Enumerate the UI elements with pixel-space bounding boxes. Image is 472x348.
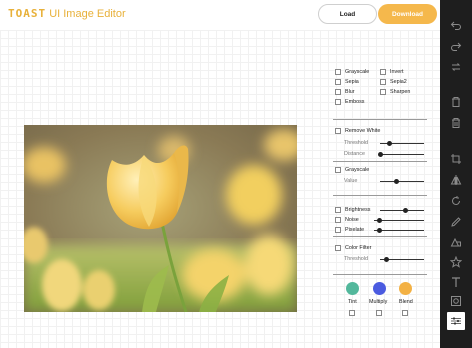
redo-icon[interactable] xyxy=(447,37,465,55)
sharpen-checkbox[interactable] xyxy=(380,89,386,95)
icon-icon[interactable] xyxy=(447,253,465,271)
pixelate-checkbox[interactable] xyxy=(335,227,341,233)
shape-icon[interactable] xyxy=(447,233,465,251)
threshold-slider-handle[interactable] xyxy=(387,141,392,146)
remove-white-checkbox[interactable] xyxy=(335,128,341,134)
distance-label: Distance xyxy=(344,151,365,157)
delete-icon[interactable] xyxy=(447,93,465,111)
tint-label: Tint xyxy=(348,299,357,305)
blur-label: Blur xyxy=(345,89,355,95)
blend-checkbox[interactable] xyxy=(402,310,408,316)
color-filter-checkbox[interactable] xyxy=(335,245,341,251)
undo-icon[interactable] xyxy=(447,16,465,34)
brightness-slider-handle[interactable] xyxy=(403,208,408,213)
invert-label: Invert xyxy=(390,69,404,75)
divider xyxy=(333,274,427,275)
blend-label: Blend xyxy=(399,299,413,305)
emboss-checkbox[interactable] xyxy=(335,99,341,105)
emboss-label: Emboss xyxy=(345,99,365,105)
brightness-label: Brightness xyxy=(345,207,371,213)
pixelate-slider-handle[interactable] xyxy=(377,228,382,233)
value-slider-handle[interactable] xyxy=(394,179,399,184)
distance-slider-track[interactable] xyxy=(380,154,424,155)
noise-checkbox[interactable] xyxy=(335,217,341,223)
brightness-checkbox[interactable] xyxy=(335,207,341,213)
grayscale-label: Grayscale xyxy=(345,69,370,75)
divider xyxy=(333,119,427,120)
sepia-label: Sepia xyxy=(345,79,359,85)
multiply-label: Multiply xyxy=(369,299,388,305)
tint-checkbox[interactable] xyxy=(349,310,355,316)
grayscale-value-label: Grayscale xyxy=(345,167,370,173)
remove-white-label: Remove White xyxy=(345,128,381,134)
text-icon[interactable] xyxy=(447,273,465,291)
grayscale-value-checkbox[interactable] xyxy=(335,167,341,173)
sepia-checkbox[interactable] xyxy=(335,79,341,85)
noise-label: Noise xyxy=(345,217,359,223)
delete-all-icon[interactable] xyxy=(447,114,465,132)
tint-color-picker[interactable] xyxy=(346,282,359,295)
multiply-checkbox[interactable] xyxy=(376,310,382,316)
threshold-label: Threshold xyxy=(344,140,368,146)
mask-icon[interactable] xyxy=(447,292,465,310)
download-button[interactable]: Download xyxy=(378,4,437,24)
image-canvas[interactable] xyxy=(24,125,297,312)
filter-icon[interactable] xyxy=(447,312,465,330)
tulip-photo xyxy=(24,125,297,312)
pixelate-label: Pixelate xyxy=(345,227,365,233)
color-threshold-slider-handle[interactable] xyxy=(384,257,389,262)
reset-icon[interactable] xyxy=(447,58,465,76)
noise-slider-handle[interactable] xyxy=(377,218,382,223)
load-button[interactable]: Load xyxy=(318,4,377,24)
right-toolbar xyxy=(440,0,472,348)
sharpen-label: Sharpen xyxy=(390,89,411,95)
logo-brand: TOAST xyxy=(8,7,47,20)
blur-checkbox[interactable] xyxy=(335,89,341,95)
divider xyxy=(333,161,427,162)
header: TOAST UI Image Editor Load Download xyxy=(0,0,440,30)
invert-checkbox[interactable] xyxy=(380,69,386,75)
grayscale-checkbox[interactable] xyxy=(335,69,341,75)
sepia2-label: Sepia2 xyxy=(390,79,407,85)
multiply-color-picker[interactable] xyxy=(373,282,386,295)
draw-icon[interactable] xyxy=(447,213,465,231)
flip-icon[interactable] xyxy=(447,171,465,189)
rotate-icon[interactable] xyxy=(447,192,465,210)
value-label: Value xyxy=(344,178,358,184)
crop-icon[interactable] xyxy=(447,150,465,168)
sepia2-checkbox[interactable] xyxy=(380,79,386,85)
app-logo: TOAST UI Image Editor xyxy=(8,7,126,20)
color-filter-label: Color Filter xyxy=(345,245,372,251)
distance-slider-handle[interactable] xyxy=(378,152,383,157)
filter-panel: Grayscale Invert Sepia Sepia2 Blur Sharp… xyxy=(330,64,430,324)
divider xyxy=(333,195,427,196)
blend-color-picker[interactable] xyxy=(399,282,412,295)
value-slider-track[interactable] xyxy=(380,181,424,182)
logo-title: UI Image Editor xyxy=(49,8,126,20)
divider xyxy=(333,236,427,237)
color-threshold-label: Threshold xyxy=(344,256,368,262)
brightness-slider-track[interactable] xyxy=(380,210,424,211)
